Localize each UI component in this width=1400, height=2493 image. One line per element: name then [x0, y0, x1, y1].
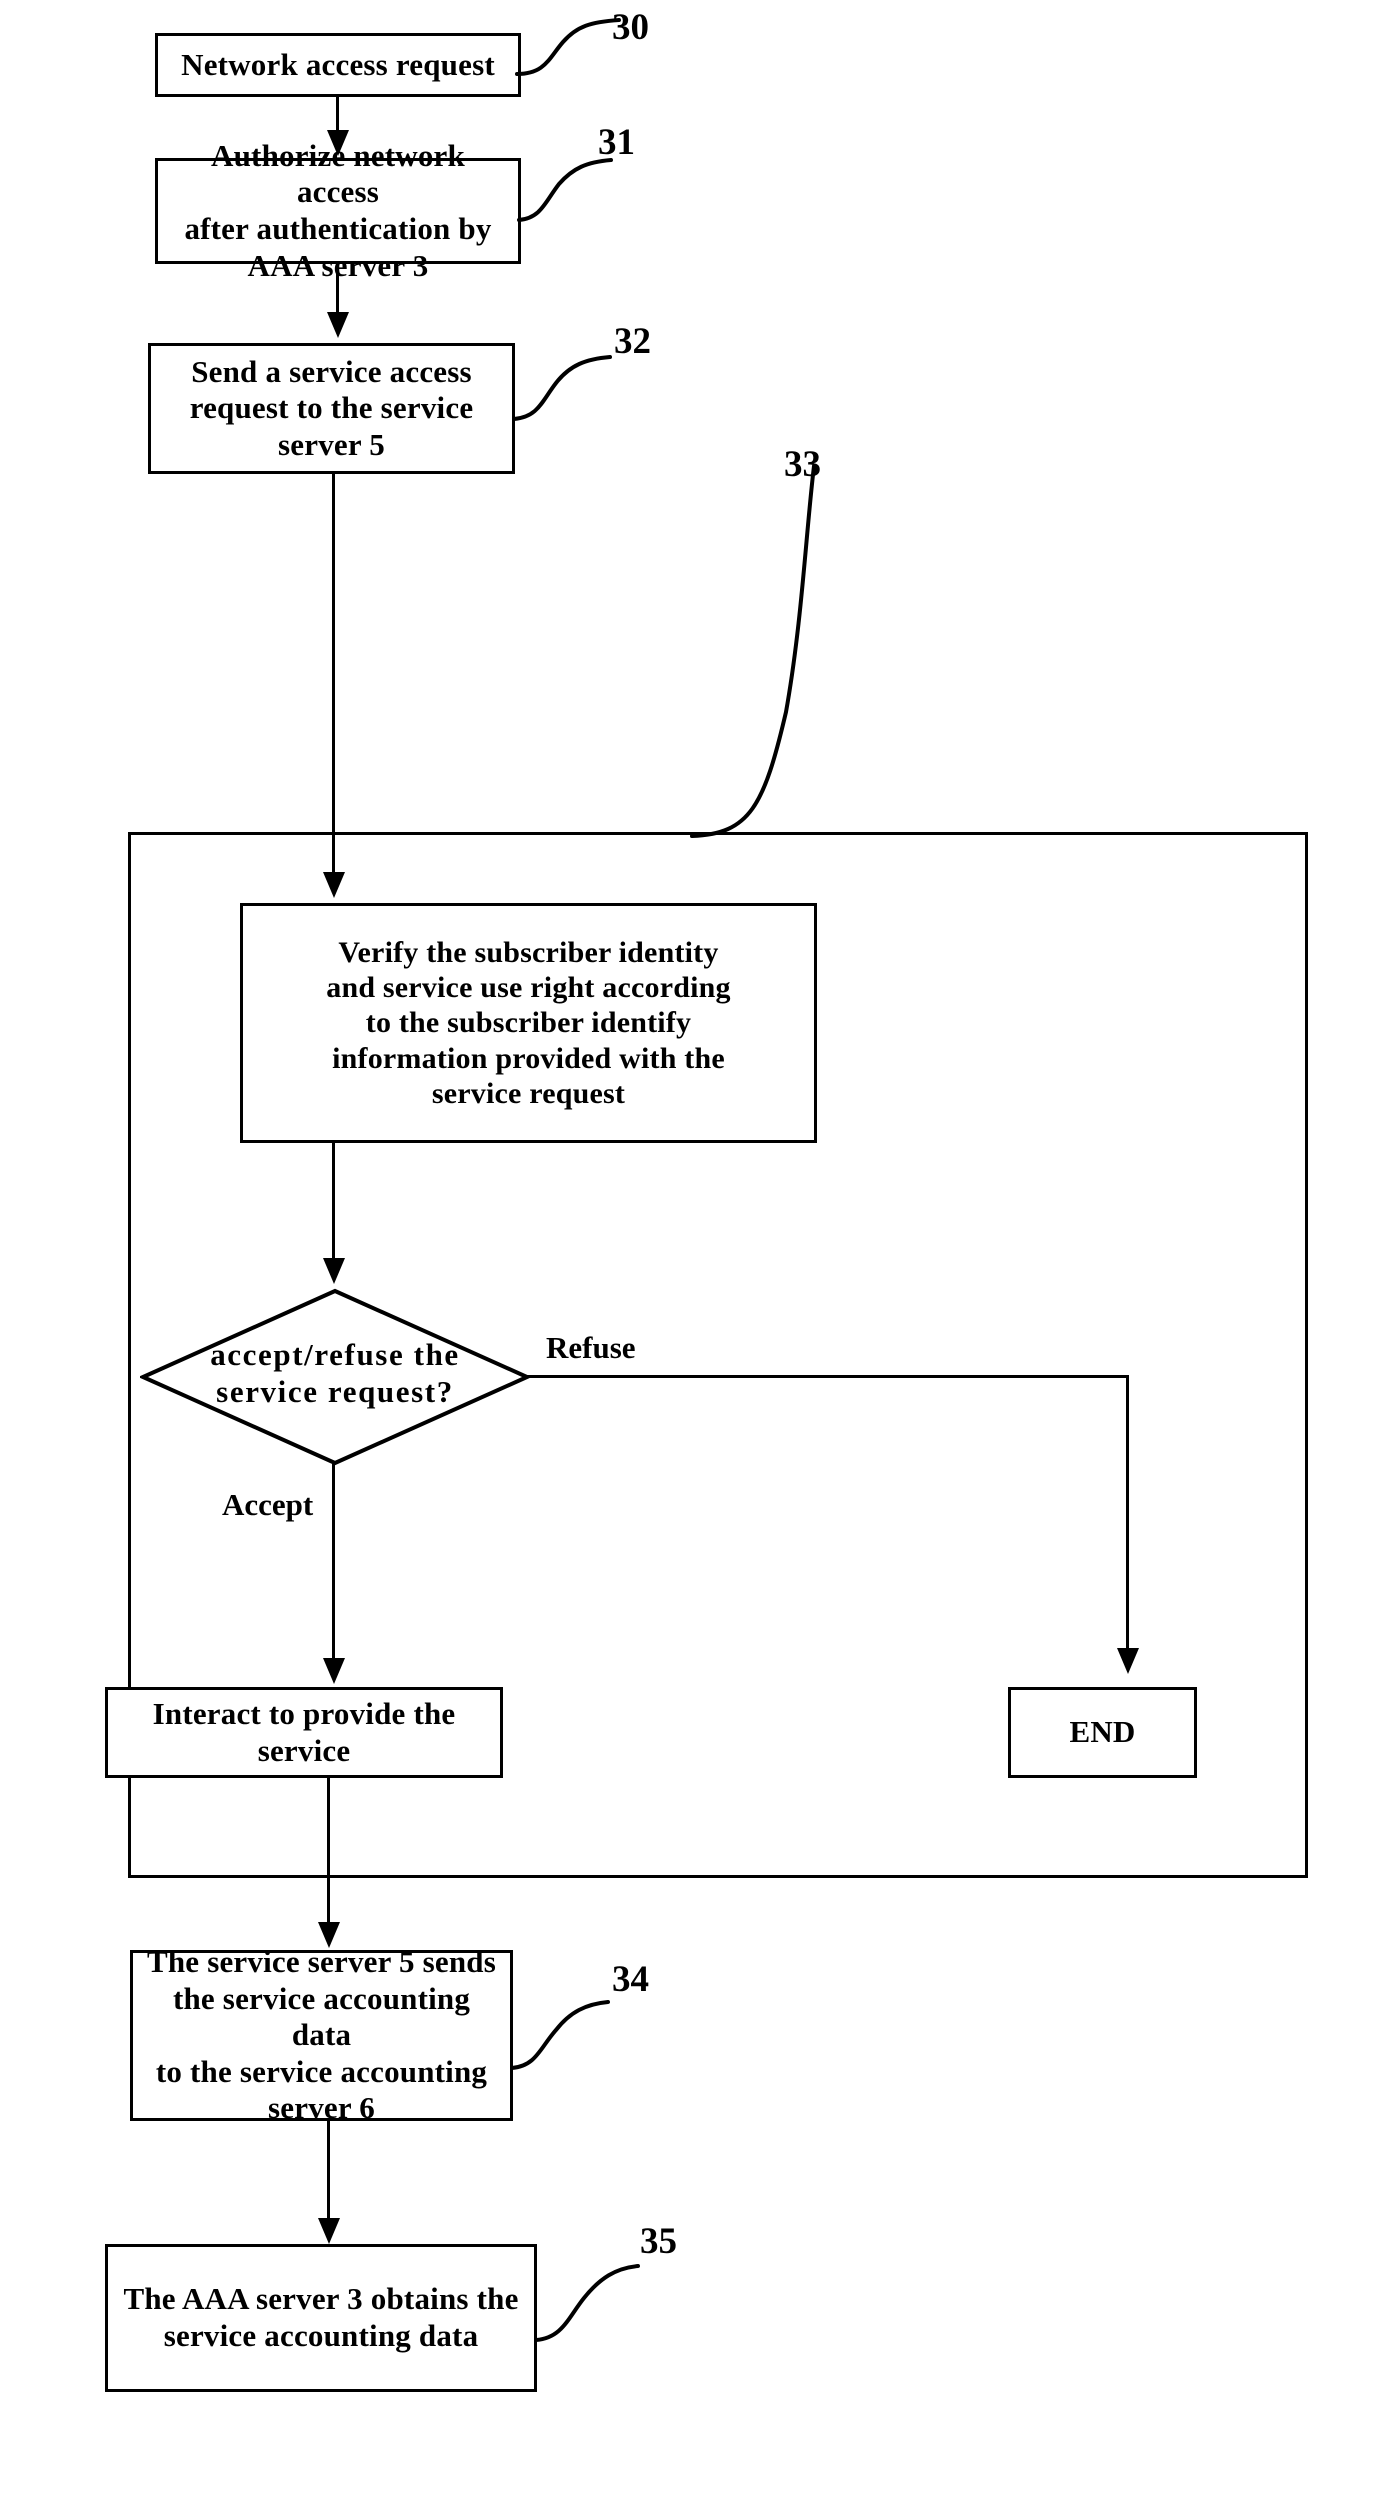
- leader-line-31: [515, 156, 615, 222]
- node-verify-subscriber-identity: Verify the subscriber identity and servi…: [240, 903, 817, 1143]
- node-35-text: The AAA server 3 obtains the service acc…: [123, 2281, 519, 2353]
- leader-line-33: [690, 462, 820, 838]
- arrowhead-34-35: [318, 2218, 340, 2244]
- connector-32-verify: [332, 474, 335, 875]
- node-interact-text: Interact to provide the service: [152, 1695, 456, 1768]
- reference-numeral-35: 35: [640, 2221, 677, 2262]
- leader-line-34: [508, 1998, 613, 2070]
- node-send-service-access-request: Send a service access request to the ser…: [148, 343, 515, 474]
- node-34-text: The service server 5 sends the service a…: [146, 1944, 496, 2126]
- node-service-server-sends-accounting-data: The service server 5 sends the service a…: [130, 1944, 513, 2125]
- leader-line-35: [532, 2262, 642, 2342]
- node-end-text: END: [1069, 1714, 1136, 1750]
- connector-decision-refuse-horizontal: [527, 1375, 1129, 1378]
- reference-numeral-31: 31: [598, 122, 635, 163]
- connector-verify-decision: [332, 1143, 335, 1263]
- arrowhead-refuse-end: [1117, 1648, 1139, 1674]
- connector-decision-refuse-vertical: [1126, 1375, 1129, 1652]
- connector-interact-34: [327, 1778, 330, 1926]
- node-decision-accept-refuse: accept/refuse the service request?: [140, 1288, 530, 1466]
- node-aaa-server-obtains-accounting-data: The AAA server 3 obtains the service acc…: [105, 2244, 537, 2392]
- node-30-text: Network access request: [181, 46, 495, 82]
- connector-31-32: [336, 264, 339, 316]
- reference-numeral-30: 30: [612, 7, 649, 48]
- node-interact-provide-service: Interact to provide the service: [105, 1687, 503, 1778]
- reference-numeral-33: 33: [784, 444, 821, 485]
- arrowhead-verify-decision: [323, 1258, 345, 1284]
- leader-line-30: [515, 14, 625, 76]
- reference-numeral-32: 32: [614, 321, 651, 362]
- node-authorize-network-access: Authorize network access after authentic…: [155, 138, 521, 283]
- node-network-access-request: Network access request: [155, 33, 521, 97]
- node-end: END: [1008, 1687, 1197, 1778]
- node-verify-text: Verify the subscriber identity and servi…: [326, 935, 731, 1111]
- connector-34-35: [327, 2121, 330, 2221]
- node-32-text: Send a service access request to the ser…: [189, 353, 474, 462]
- arrowhead-accept-interact: [323, 1658, 345, 1684]
- edge-label-refuse: Refuse: [546, 1330, 636, 1365]
- arrowhead-31-32: [327, 312, 349, 338]
- edge-label-accept: Accept: [222, 1487, 314, 1522]
- node-31-text: Authorize network access after authentic…: [184, 137, 492, 283]
- connector-decision-accept: [332, 1463, 335, 1663]
- node-decision-text: accept/refuse the service request?: [210, 1337, 460, 1410]
- leader-line-32: [510, 353, 615, 421]
- reference-numeral-34: 34: [612, 1959, 649, 2000]
- flowchart-figure: Network access request 30 Authorize netw…: [0, 0, 1400, 2493]
